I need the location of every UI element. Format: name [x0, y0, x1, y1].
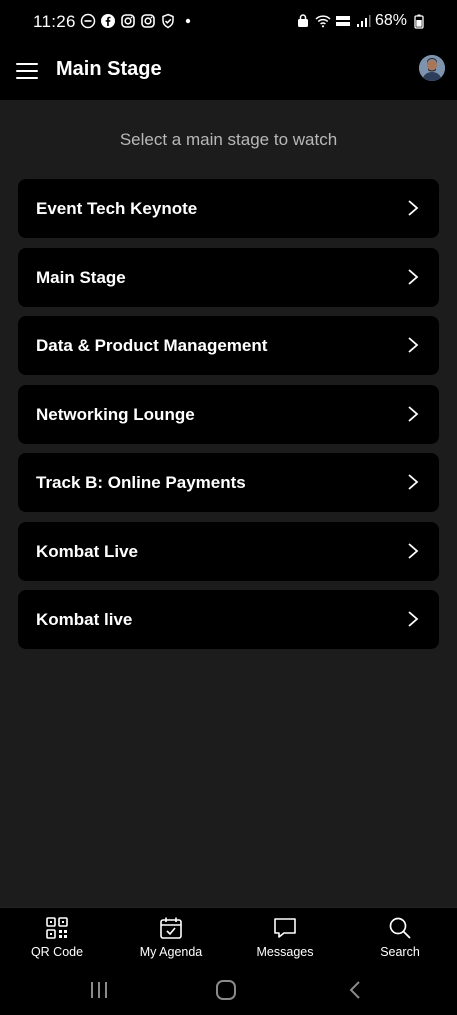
recent-apps-icon[interactable]	[88, 979, 110, 1001]
stage-item-kombat-live-2[interactable]: Kombat live	[18, 590, 439, 649]
chevron-right-icon	[408, 611, 419, 627]
app-header: Main Stage	[0, 44, 457, 100]
battery-icon	[414, 14, 424, 29]
facebook-icon	[101, 14, 115, 28]
nav-label: Search	[380, 945, 420, 959]
notification-icons	[80, 13, 196, 29]
qr-code-icon	[46, 917, 68, 939]
volte-icon	[335, 16, 350, 26]
stage-item-label: Main Stage	[36, 267, 126, 287]
system-nav-bar	[0, 967, 457, 1015]
battery-percent: 68%	[374, 12, 407, 29]
home-icon[interactable]	[215, 979, 237, 1001]
chevron-right-icon	[408, 542, 419, 559]
hamburger-menu-icon[interactable]	[16, 61, 38, 81]
chevron-right-icon	[408, 405, 419, 422]
nav-item-my-agenda[interactable]: My Agenda	[114, 908, 228, 968]
alarm-lock-icon	[297, 14, 308, 27]
stage-item-main-stage[interactable]: Main Stage	[18, 247, 439, 307]
stage-item-networking-lounge[interactable]: Networking Lounge	[18, 384, 439, 444]
instagram-icon-2	[141, 14, 155, 28]
shield-check-icon	[162, 13, 174, 29]
stage-item-label: Track B: Online Payments	[36, 473, 246, 492]
user-avatar-icon	[419, 55, 445, 81]
back-icon[interactable]	[345, 979, 367, 1001]
status-bar: 11:26 68%	[0, 0, 457, 44]
stage-item-kombat-live[interactable]: Kombat Live	[18, 521, 439, 581]
stage-item-label: Kombat Live	[36, 541, 139, 561]
stage-item-track-b-online-payments[interactable]: Track B: Online Payments	[18, 453, 439, 512]
stage-item-label: Event Tech Keynote	[36, 199, 198, 218]
do-not-disturb-icon	[80, 13, 96, 29]
status-time: 11:26	[33, 12, 76, 31]
chevron-right-icon	[408, 474, 419, 490]
stage-item-label: Networking Lounge	[36, 404, 195, 424]
nav-label: My Agenda	[139, 945, 203, 959]
chevron-right-icon	[408, 337, 419, 353]
nav-label: QR Code	[30, 945, 84, 959]
bottom-nav: QR Code My Agenda Messages Search	[0, 907, 457, 968]
nav-item-search[interactable]: Search	[343, 908, 457, 968]
page-subtitle: Select a main stage to watch	[119, 130, 338, 149]
instagram-icon	[121, 14, 135, 28]
stage-list: Event Tech Keynote Main Stage Data & Pro…	[18, 179, 439, 659]
nav-label: Messages	[256, 945, 314, 959]
stage-item-label: Kombat live	[36, 610, 133, 629]
calendar-check-icon	[160, 917, 182, 939]
nav-item-messages[interactable]: Messages	[228, 908, 342, 968]
chevron-right-icon	[408, 268, 419, 285]
avatar[interactable]	[419, 55, 445, 81]
chevron-right-icon	[408, 200, 419, 216]
stage-item-event-tech-keynote[interactable]: Event Tech Keynote	[18, 179, 439, 238]
search-icon	[389, 917, 411, 939]
nav-item-qr-code[interactable]: QR Code	[0, 908, 114, 968]
wifi-icon	[315, 15, 331, 28]
dot-indicator-icon	[185, 18, 191, 24]
system-status-icons: 68%	[295, 12, 427, 30]
stage-item-label: Data & Product Management	[36, 336, 268, 355]
signal-icon	[356, 15, 371, 27]
page-title: Main Stage	[56, 58, 162, 80]
stage-item-data-product-management[interactable]: Data & Product Management	[18, 316, 439, 375]
chat-bubble-icon	[274, 918, 296, 938]
